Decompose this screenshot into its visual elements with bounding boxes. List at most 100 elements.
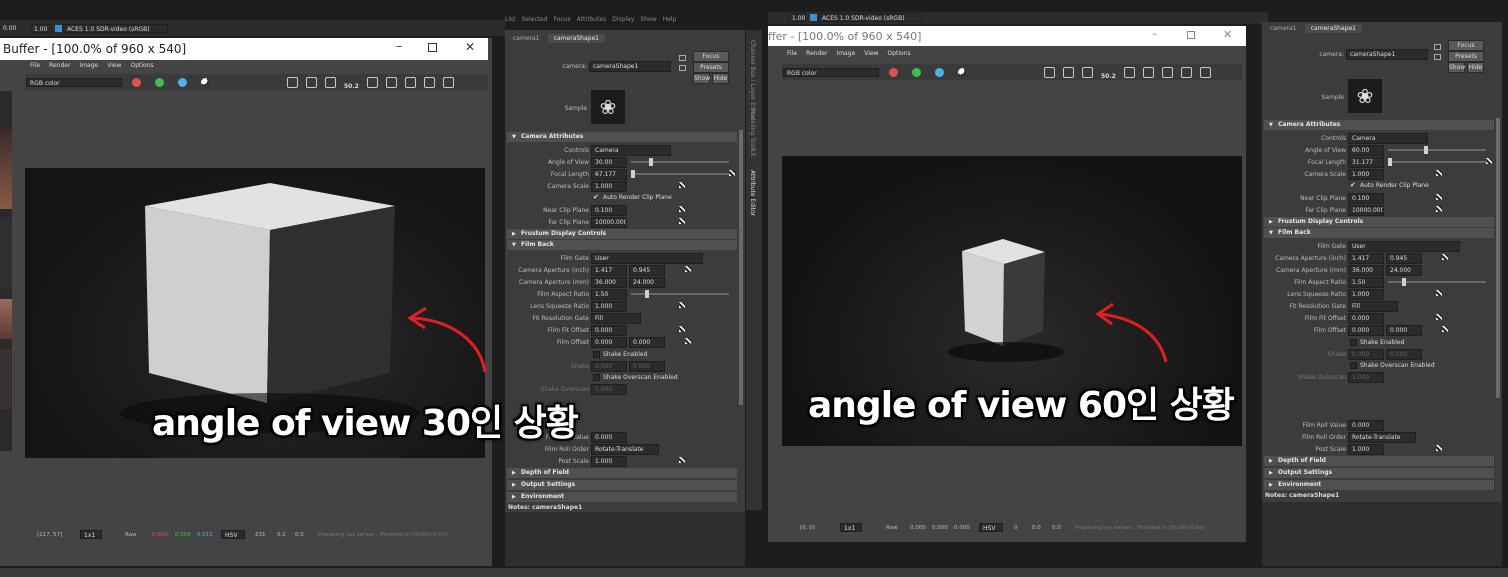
menu-options[interactable]: Options [887, 50, 910, 57]
focal-map-icon[interactable] [1486, 158, 1492, 164]
section-environment[interactable]: ▶ Environment [507, 492, 737, 502]
section-camera-attributes[interactable]: ▼ Camera Attributes [507, 132, 737, 142]
region-render-icon[interactable] [1082, 67, 1093, 78]
near-map-icon[interactable] [1436, 194, 1442, 200]
focal-length-slider[interactable] [631, 170, 729, 178]
focal-length-field[interactable]: 67.177 [591, 169, 627, 180]
presets-button[interactable]: Presets [1448, 51, 1484, 62]
section-environment[interactable]: ▶ Environment [1264, 480, 1494, 490]
post-scale-map-icon[interactable] [679, 457, 685, 463]
zoom-select[interactable]: 1x1 [80, 530, 102, 539]
roll-order-select[interactable]: Rotate-Translate [1348, 432, 1416, 443]
controls-select[interactable]: Camera [1348, 133, 1428, 144]
scale-map-icon[interactable] [679, 182, 685, 188]
fit-gate-select[interactable]: Fill [591, 313, 641, 324]
snapshot-icon[interactable] [366, 77, 378, 88]
color-mode-select[interactable]: HSV [221, 530, 245, 539]
ipr-icon[interactable] [385, 77, 397, 88]
menu-file[interactable]: File [787, 50, 797, 57]
section-frustum[interactable]: ▶ Frustum Display Controls [507, 229, 737, 239]
remove-image-icon[interactable] [306, 77, 317, 88]
menu-view[interactable]: View [864, 50, 878, 57]
hide-button[interactable]: Hide [712, 73, 729, 84]
angle-of-view-slider[interactable] [631, 158, 729, 166]
film-gate-select[interactable]: User [591, 253, 703, 264]
section-film-back[interactable]: ▼ Film Back [1264, 228, 1494, 238]
auto-clip-checkbox[interactable]: ✔ [593, 193, 599, 201]
side-tab-attribute-editor[interactable]: Attribute Editor [749, 170, 756, 216]
aperture-inch-x[interactable]: 1.417 [1348, 253, 1384, 264]
right-notes-area[interactable] [1262, 502, 1502, 566]
show-button[interactable]: Show [693, 73, 710, 84]
aperture-mm-x[interactable]: 36.000 [591, 277, 627, 288]
film-offset-map-icon[interactable] [1442, 326, 1448, 332]
fit-offset-field[interactable]: 0.000 [591, 325, 627, 336]
left-attr-scrollbar[interactable] [739, 130, 743, 405]
squeeze-map-icon[interactable] [1436, 290, 1442, 296]
aspect-ratio-field[interactable]: 1.50 [1348, 277, 1384, 288]
alpha-channel-icon[interactable] [201, 78, 210, 87]
section-frustum[interactable]: ▶ Frustum Display Controls [1264, 217, 1494, 227]
shake-overscan-field[interactable]: 1.000 [591, 384, 627, 395]
aspect-ratio-slider[interactable] [1388, 278, 1486, 286]
menu-image[interactable]: Image [79, 62, 98, 69]
angle-of-view-field[interactable]: 30.00 [591, 157, 627, 168]
aperture-mm-y[interactable]: 24.000 [629, 277, 665, 288]
section-output-settings[interactable]: ▶ Output Settings [1264, 468, 1494, 478]
attr-menu-show[interactable]: Show [640, 16, 656, 23]
angle-slider-knob[interactable] [649, 158, 653, 166]
film-offset-y[interactable]: 0.000 [1386, 325, 1422, 336]
menu-render[interactable]: Render [806, 50, 827, 57]
close-icon[interactable]: ✕ [1223, 28, 1232, 41]
focal-length-slider[interactable] [1388, 158, 1486, 166]
menu-view[interactable]: View [107, 62, 121, 69]
tab-camerashape1[interactable]: cameraShape1 [547, 34, 605, 43]
shake-overscan-checkbox[interactable] [593, 374, 600, 381]
attr-menu-list[interactable]: List [505, 16, 516, 23]
left-channel-select[interactable]: RGB color [26, 78, 122, 87]
shake-y[interactable]: 0.000 [1386, 349, 1422, 360]
tab-camera1[interactable]: camera1 [507, 34, 546, 43]
near-map-icon[interactable] [679, 206, 685, 212]
tab-camera1[interactable]: camera1 [1264, 24, 1303, 33]
rerender-icon[interactable] [423, 77, 435, 88]
angle-of-view-field[interactable]: 60.00 [1348, 145, 1384, 156]
shake-enabled-checkbox[interactable] [1350, 339, 1357, 346]
fit-gate-select[interactable]: Fill [1348, 301, 1398, 312]
camera-name-field[interactable]: cameraShape1 [1346, 49, 1428, 60]
ipr-icon[interactable] [1142, 67, 1154, 78]
aspect-ratio-slider[interactable] [631, 290, 729, 298]
right-colorspace-select[interactable]: ACES 1.0 SDR-video (sRGB) [818, 13, 923, 22]
color-mode-select[interactable]: HSV [979, 523, 1003, 532]
menu-image[interactable]: Image [836, 50, 855, 57]
post-scale-field[interactable]: 1.000 [591, 456, 627, 467]
film-offset-x[interactable]: 0.000 [1348, 325, 1384, 336]
lens-squeeze-field[interactable]: 1.000 [591, 301, 627, 312]
section-film-back[interactable]: ▼ Film Back [507, 240, 737, 250]
remove-image-icon[interactable] [1063, 67, 1074, 78]
show-button[interactable]: Show [1448, 62, 1465, 73]
red-channel-icon[interactable] [889, 68, 898, 77]
scale-map-icon[interactable] [1436, 170, 1442, 176]
exposure-icon[interactable]: 50.2 [344, 83, 359, 90]
minimize-icon[interactable]: – [396, 39, 402, 53]
auto-clip-checkbox[interactable]: ✔ [1350, 181, 1356, 189]
attr-menu-help[interactable]: Help [663, 16, 677, 23]
thumbnail-1[interactable] [0, 129, 12, 209]
film-offset-x[interactable]: 0.000 [591, 337, 627, 348]
red-channel-icon[interactable] [132, 78, 141, 87]
aperture-map-icon[interactable] [685, 266, 691, 272]
attr-menu-display[interactable]: Display [612, 16, 634, 23]
left-colorspace-select[interactable]: ACES 1.0 SDR-video (sRGB) [63, 24, 168, 33]
fit-offset-map-icon[interactable] [1436, 314, 1442, 320]
right-toolbar-value2[interactable]: 1.00 [788, 13, 806, 22]
minimize-icon[interactable]: – [1152, 27, 1158, 40]
blue-channel-icon[interactable] [178, 78, 187, 87]
aperture-mm-y[interactable]: 24.000 [1386, 265, 1422, 276]
save-image-icon[interactable] [1044, 67, 1055, 78]
thumbnail-4[interactable] [0, 349, 12, 409]
shake-y[interactable]: 0.000 [629, 361, 665, 372]
teapot-icon[interactable] [1199, 67, 1211, 78]
left-toolbar-value2[interactable]: 1.00 [30, 24, 52, 33]
green-channel-icon[interactable] [912, 68, 921, 77]
